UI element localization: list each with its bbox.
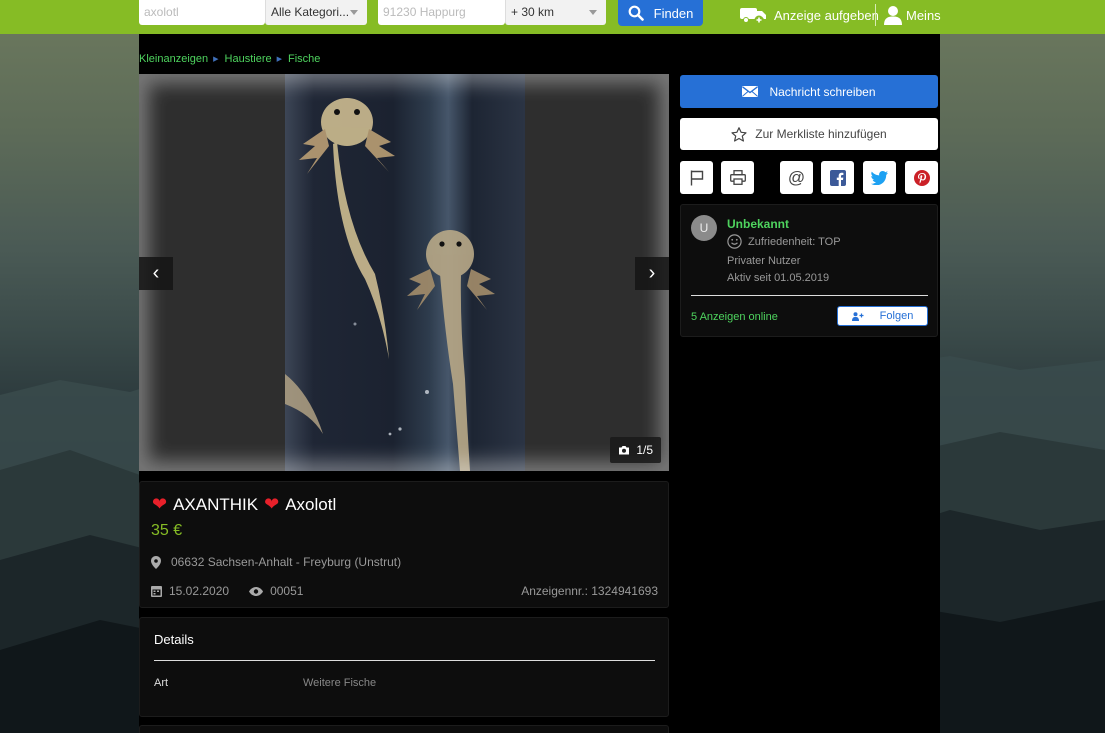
breadcrumb-item[interactable]: Kleinanzeigen xyxy=(139,53,208,65)
share-facebook-button[interactable] xyxy=(821,161,854,194)
print-button[interactable] xyxy=(721,161,754,194)
details-panel: Details Art Weitere Fische xyxy=(139,617,669,717)
add-to-watchlist-label: Zur Merkliste hinzufügen xyxy=(755,127,887,141)
seller-divider xyxy=(691,295,928,296)
listing-location-text: 06632 Sachsen-Anhalt - Freyburg (Unstrut… xyxy=(171,555,402,569)
main-content: Kleinanzeigen ▶ Haustiere ▶ Fische ‹ › 1… xyxy=(139,34,940,733)
report-button[interactable] xyxy=(680,161,713,194)
radius-select[interactable]: + 30 km xyxy=(505,0,606,25)
listing-views: 00051 xyxy=(249,584,303,598)
listing-meta: 15.02.2020 00051 Anzeigennr.: 1324941693 xyxy=(151,584,658,598)
find-button-label: Finden xyxy=(653,5,694,21)
location-input[interactable]: 91230 Happurg xyxy=(378,0,505,25)
eye-icon xyxy=(249,586,264,596)
share-pinterest-button[interactable] xyxy=(905,161,938,194)
listing-date-text: 15.02.2020 xyxy=(169,584,230,598)
listing-title-sub: Axolotl xyxy=(285,494,337,514)
avatar: U xyxy=(691,215,717,241)
image-counter: 1/5 xyxy=(610,437,661,463)
facebook-icon xyxy=(829,169,846,186)
listing-date: 15.02.2020 xyxy=(151,584,229,598)
seller-satisfaction-text: Zufriedenheit: TOP xyxy=(748,235,841,248)
gallery-prev-button[interactable]: ‹ xyxy=(139,257,173,290)
details-row-key: Art xyxy=(154,677,169,689)
flag-icon xyxy=(690,170,703,185)
next-panel xyxy=(139,725,669,733)
seller-active-since: Aktiv seit 01.05.2019 xyxy=(727,272,830,284)
seller-name[interactable]: Unbekannt xyxy=(727,217,789,231)
pinterest-icon xyxy=(913,169,930,186)
at-icon: @ xyxy=(787,168,806,187)
chevron-left-icon: ‹ xyxy=(152,262,160,284)
listing-location: 06632 Sachsen-Anhalt - Freyburg (Unstrut… xyxy=(151,555,401,569)
listing-ad-number: Anzeigennr.: 1324941693 xyxy=(521,584,658,598)
breadcrumb-item[interactable]: Haustiere xyxy=(225,53,272,65)
listing-photo[interactable] xyxy=(285,74,525,471)
account-label: Meins xyxy=(906,7,941,23)
seller-type: Privater Nutzer xyxy=(727,255,801,267)
radius-select-value: + 30 km xyxy=(511,5,555,19)
seller-satisfaction: Zufriedenheit: TOP xyxy=(727,234,841,249)
star-icon xyxy=(731,126,747,142)
add-to-watchlist-button[interactable]: Zur Merkliste hinzufügen xyxy=(680,118,938,150)
share-twitter-button[interactable] xyxy=(863,161,896,194)
follow-button[interactable]: Folgen xyxy=(837,306,928,326)
seller-ads-online-link[interactable]: 5 Anzeigen online xyxy=(691,311,778,323)
add-user-icon xyxy=(851,311,864,321)
twitter-icon xyxy=(871,170,888,185)
find-button[interactable]: Finden xyxy=(618,0,703,26)
post-ad-label: Anzeige aufgeben xyxy=(774,7,879,23)
details-row-value: Weitere Fische xyxy=(303,677,377,689)
heart-icon: ❤ xyxy=(264,494,280,514)
envelope-icon xyxy=(742,86,759,97)
chevron-down-icon xyxy=(350,10,358,15)
listing-info-panel: ❤ AXANTHIK ❤ Axolotl 35 € 06632 Sachsen-… xyxy=(139,481,669,608)
share-email-button[interactable]: @ xyxy=(780,161,813,194)
chevron-right-icon: › xyxy=(648,262,656,284)
follow-label: Folgen xyxy=(879,310,914,322)
image-counter-text: 1/5 xyxy=(636,443,653,457)
seller-panel: U Unbekannt Zufriedenheit: TOP Privater … xyxy=(680,204,938,337)
account-link[interactable]: Meins xyxy=(884,0,941,30)
listing-title: ❤ AXANTHIK ❤ Axolotl xyxy=(152,494,336,515)
write-message-button[interactable]: Nachricht schreiben xyxy=(680,75,938,108)
details-divider xyxy=(154,660,655,661)
image-gallery[interactable]: ‹ › 1/5 xyxy=(139,74,669,471)
chevron-right-icon: ▶ xyxy=(213,56,219,63)
search-input[interactable]: axolotl xyxy=(139,0,265,25)
camera-icon xyxy=(619,446,630,455)
calendar-icon xyxy=(151,586,162,597)
details-heading: Details xyxy=(154,632,194,647)
top-navigation-bar: axolotl Alle Kategori... 91230 Happurg +… xyxy=(0,0,1105,34)
chevron-down-icon xyxy=(589,10,597,15)
truck-plus-icon xyxy=(740,8,766,25)
write-message-label: Nachricht schreiben xyxy=(769,84,876,99)
user-icon xyxy=(884,6,902,25)
printer-icon xyxy=(729,170,746,185)
breadcrumb: Kleinanzeigen ▶ Haustiere ▶ Fische xyxy=(139,53,320,65)
listing-price: 35 € xyxy=(151,522,183,539)
chevron-right-icon: ▶ xyxy=(276,56,282,63)
post-ad-link[interactable]: Anzeige aufgeben xyxy=(739,0,879,30)
listing-views-text: 00051 xyxy=(270,584,304,598)
header-divider xyxy=(875,4,876,26)
map-pin-icon xyxy=(151,555,161,569)
category-select-value: Alle Kategori... xyxy=(271,5,350,19)
breadcrumb-item[interactable]: Fische xyxy=(288,53,320,65)
gallery-next-button[interactable]: › xyxy=(635,257,669,290)
axolotl-photo xyxy=(285,74,525,471)
listing-title-main: AXANTHIK xyxy=(173,494,259,514)
smiley-icon xyxy=(727,234,742,249)
search-icon xyxy=(628,5,644,21)
category-select[interactable]: Alle Kategori... xyxy=(265,0,367,25)
heart-icon: ❤ xyxy=(152,494,168,514)
